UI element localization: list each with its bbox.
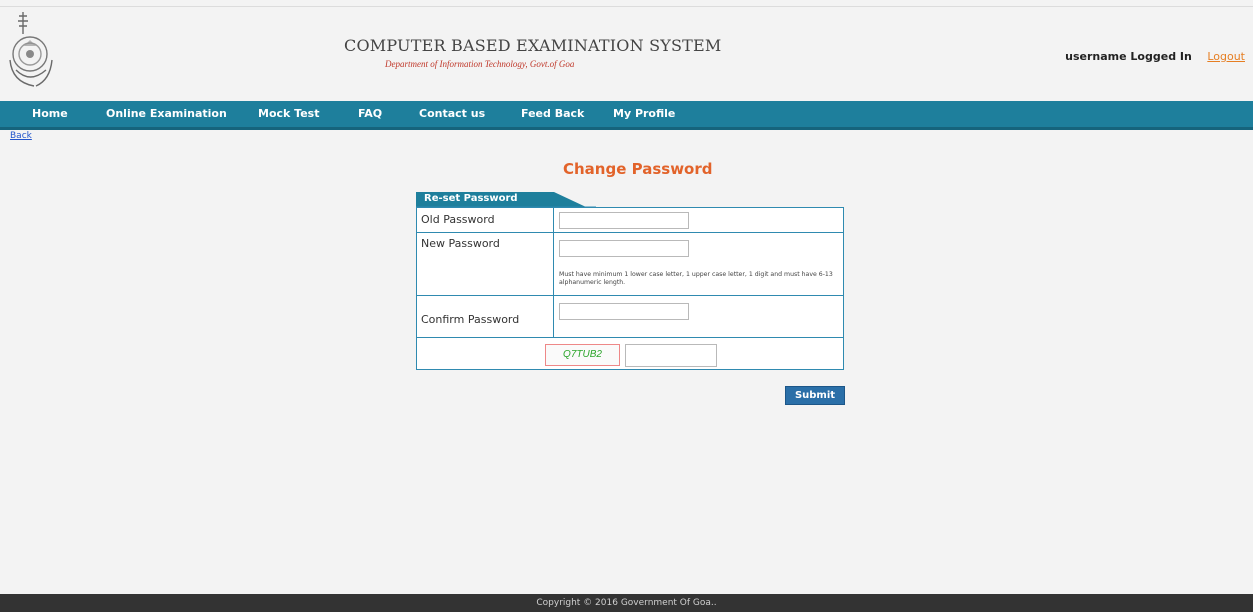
nav-contact-us[interactable]: Contact us [419, 101, 485, 127]
nav-online-examination[interactable]: Online Examination [106, 101, 227, 127]
new-password-input[interactable] [559, 240, 689, 257]
page: COMPUTER BASED EXAMINATION SYSTEM Depart… [0, 0, 1253, 612]
site-title: COMPUTER BASED EXAMINATION SYSTEM [344, 36, 722, 55]
column-divider [553, 296, 554, 337]
confirm-password-row: Confirm Password [417, 296, 843, 338]
nav-mock-test[interactable]: Mock Test [258, 101, 319, 127]
old-password-row: Old Password [417, 208, 843, 233]
change-password-form: Old Password New Password Must have mini… [416, 207, 844, 370]
user-status: username Logged In [1065, 50, 1192, 63]
captcha-row: Q7TUB2 [417, 338, 843, 370]
old-password-input[interactable] [559, 212, 689, 229]
confirm-password-input[interactable] [559, 303, 689, 320]
confirm-password-label: Confirm Password [421, 313, 520, 326]
old-password-label: Old Password [421, 213, 495, 226]
logout-link[interactable]: Logout [1207, 50, 1245, 63]
back-link[interactable]: Back [10, 131, 32, 141]
header-divider [0, 6, 1253, 7]
page-title: Change Password [563, 160, 713, 178]
column-divider [553, 208, 554, 232]
column-divider [553, 233, 554, 295]
nav-feed-back[interactable]: Feed Back [521, 101, 584, 127]
nav-home[interactable]: Home [32, 101, 68, 127]
site-subtitle: Department of Information Technology, Go… [385, 59, 575, 69]
user-area: username Logged In Logout [1065, 50, 1245, 63]
new-password-label: New Password [421, 237, 500, 250]
nav-faq[interactable]: FAQ [358, 101, 382, 127]
header: COMPUTER BASED EXAMINATION SYSTEM Depart… [0, 0, 1253, 100]
state-emblem-icon [9, 12, 53, 87]
captcha-image: Q7TUB2 [545, 344, 620, 366]
form-tab-label: Re-set Password [424, 193, 518, 204]
captcha-input[interactable] [625, 344, 717, 367]
footer-copyright: Copyright © 2016 Government Of Goa.. [536, 598, 717, 608]
new-password-row: New Password Must have minimum 1 lower c… [417, 233, 843, 296]
footer: Copyright © 2016 Government Of Goa.. [0, 594, 1253, 612]
password-rules-hint: Must have minimum 1 lower case letter, 1… [559, 271, 833, 286]
nav-my-profile[interactable]: My Profile [613, 101, 675, 127]
submit-button[interactable]: Submit [785, 386, 845, 405]
main-navbar: Home Online Examination Mock Test FAQ Co… [0, 101, 1253, 130]
